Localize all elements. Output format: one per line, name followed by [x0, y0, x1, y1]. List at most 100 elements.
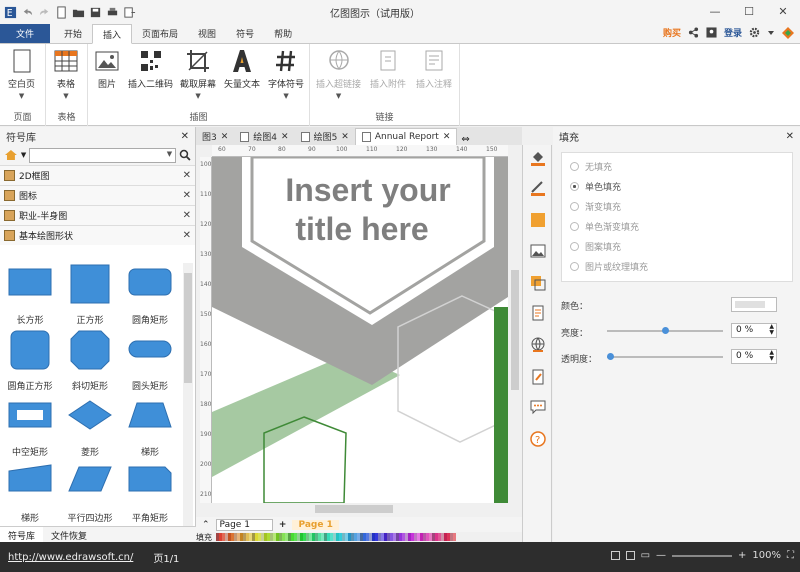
- qr-code-button[interactable]: 插入二维码: [128, 48, 173, 90]
- help-icon[interactable]: ?: [530, 431, 546, 447]
- transparency-slider-knob[interactable]: [607, 353, 614, 360]
- tab-symbol-library[interactable]: 符号库: [0, 527, 44, 542]
- line-style-icon[interactable]: [530, 180, 546, 196]
- tab-file-recovery[interactable]: 文件恢复: [43, 527, 95, 542]
- doc-tab-annual-report[interactable]: Annual Report ✕: [354, 128, 458, 145]
- zoom-slider[interactable]: [672, 554, 733, 557]
- radio-button[interactable]: [570, 202, 579, 211]
- brightness-input[interactable]: 0 % ▲ ▼: [731, 323, 777, 338]
- insert-note-button[interactable]: 插入注释: [416, 48, 452, 90]
- maximize-button[interactable]: ☐: [732, 0, 766, 22]
- fullscreen-icon[interactable]: ⛶: [787, 550, 794, 561]
- zoom-out-icon[interactable]: —: [656, 550, 666, 561]
- shape-grid-scrollbar[interactable]: [183, 263, 193, 528]
- close-panel-icon[interactable]: ✕: [786, 131, 794, 142]
- close-button[interactable]: ✕: [766, 0, 800, 22]
- vector-text-button[interactable]: 矢量文本: [224, 48, 260, 90]
- title-line-2[interactable]: title here: [295, 211, 428, 247]
- redo-icon[interactable]: [38, 6, 51, 19]
- add-page-button[interactable]: +: [279, 520, 287, 530]
- tab-insert[interactable]: 插入: [92, 24, 133, 44]
- zoom-in-icon[interactable]: +: [738, 550, 746, 561]
- shape-pill-rectangle[interactable]: 圆头矩形: [120, 329, 180, 395]
- image-icon[interactable]: [530, 243, 546, 259]
- close-icon[interactable]: ✕: [183, 210, 191, 221]
- undo-icon[interactable]: [21, 6, 34, 19]
- print-icon[interactable]: [106, 6, 119, 19]
- close-icon[interactable]: ✕: [183, 170, 191, 181]
- scrollbar-thumb[interactable]: [315, 505, 393, 513]
- fill-option-mono-gradient[interactable]: 单色渐变填充: [570, 220, 639, 233]
- search-icon[interactable]: [179, 149, 191, 161]
- spinner-arrows-icon[interactable]: ▲ ▼: [769, 324, 774, 336]
- fit-page-icon[interactable]: [610, 551, 620, 560]
- tab-symbols[interactable]: 符号: [226, 24, 264, 43]
- palette-swatch[interactable]: [453, 533, 456, 541]
- shape-parallelogram[interactable]: 平行四边形: [60, 461, 120, 527]
- minimize-button[interactable]: —: [698, 0, 732, 22]
- shape-beveled-rectangle[interactable]: 斜切矩形: [60, 329, 120, 395]
- fill-option-picture-texture[interactable]: 图片或纹理填充: [570, 260, 648, 273]
- shape-rounded-square[interactable]: 圆角正方形: [0, 329, 60, 395]
- login-button[interactable]: 登录: [724, 26, 742, 39]
- export-icon[interactable]: [123, 6, 136, 19]
- transparency-input[interactable]: 0 % ▲ ▼: [731, 349, 777, 364]
- zoom-level[interactable]: 100%: [752, 550, 781, 561]
- close-icon[interactable]: ✕: [341, 132, 349, 142]
- share-icon[interactable]: [688, 27, 699, 38]
- current-page-tab[interactable]: Page 1: [292, 519, 339, 530]
- shape-trapezoid[interactable]: 梯形: [120, 395, 180, 461]
- tab-help[interactable]: 帮助: [264, 24, 302, 43]
- fill-option-solid[interactable]: 单色填充: [570, 180, 621, 193]
- tab-file[interactable]: 文件: [0, 24, 50, 43]
- screenshot-button[interactable]: 截取屏幕 ▼: [180, 48, 216, 100]
- close-icon[interactable]: ✕: [281, 132, 289, 142]
- scrollbar-thumb[interactable]: [184, 273, 192, 383]
- close-panel-icon[interactable]: ✕: [181, 131, 189, 142]
- home-icon[interactable]: [4, 149, 18, 161]
- fill-option-none[interactable]: 无填充: [570, 160, 612, 173]
- tab-view[interactable]: 视图: [188, 24, 226, 43]
- radio-button[interactable]: [570, 262, 579, 271]
- scrollbar-thumb[interactable]: [511, 270, 519, 390]
- library-career-bust[interactable]: 职业-半身图 ✕: [0, 205, 195, 225]
- library-icons[interactable]: 图标 ✕: [0, 185, 195, 205]
- title-line-1[interactable]: Insert your: [285, 172, 450, 208]
- gear-icon[interactable]: [749, 27, 760, 38]
- doc-tab-drawing5[interactable]: 绘图5 ✕: [295, 128, 355, 145]
- library-search-input[interactable]: ▼: [29, 147, 177, 163]
- fill-option-gradient[interactable]: 渐变填充: [570, 200, 621, 213]
- fill-option-pattern[interactable]: 图案填充: [570, 240, 621, 253]
- shape-rectangle[interactable]: 长方形: [0, 263, 60, 329]
- presentation-icon[interactable]: ▭: [641, 550, 650, 561]
- fit-width-icon[interactable]: [625, 551, 635, 560]
- color-palette[interactable]: [216, 533, 456, 541]
- picture-button[interactable]: 图片: [94, 48, 120, 90]
- comment-icon[interactable]: [530, 399, 546, 415]
- close-icon[interactable]: ✕: [443, 132, 451, 142]
- doc-tab-drawing4[interactable]: 绘图4 ✕: [234, 128, 294, 145]
- shape-hollow-rectangle[interactable]: 中空矩形: [0, 395, 60, 461]
- spinner-arrows-icon[interactable]: ▲ ▼: [769, 350, 774, 362]
- shadow-icon[interactable]: [530, 212, 546, 228]
- doc-tab-drawing3[interactable]: 图3 ✕: [196, 128, 234, 145]
- home-dropdown-icon[interactable]: ▼: [21, 151, 26, 159]
- globe-icon[interactable]: [530, 337, 546, 353]
- insert-attachment-button[interactable]: 插入附件: [370, 48, 406, 90]
- drawing-canvas[interactable]: Insert your title here: [212, 157, 508, 503]
- canvas-horizontal-scrollbar[interactable]: [212, 503, 509, 515]
- shape-rounded-rectangle[interactable]: 圆角矩形: [120, 263, 180, 329]
- close-icon[interactable]: ✕: [183, 190, 191, 201]
- chevron-down-icon[interactable]: ▼: [167, 150, 172, 158]
- library-basic-shapes[interactable]: 基本绘图形状 ✕: [0, 225, 195, 245]
- brightness-slider-knob[interactable]: [662, 327, 669, 334]
- shape-square[interactable]: 正方形: [60, 263, 120, 329]
- radio-button[interactable]: [570, 182, 579, 191]
- fill-bucket-icon[interactable]: [530, 150, 546, 166]
- shape-diamond[interactable]: 菱形: [60, 395, 120, 461]
- save-icon[interactable]: [89, 6, 102, 19]
- close-icon[interactable]: ✕: [221, 132, 229, 142]
- color-picker[interactable]: [731, 297, 777, 312]
- font-symbol-button[interactable]: 字体符号 ▼: [268, 48, 304, 100]
- blank-page-button[interactable]: 空白页 ▼: [8, 48, 35, 100]
